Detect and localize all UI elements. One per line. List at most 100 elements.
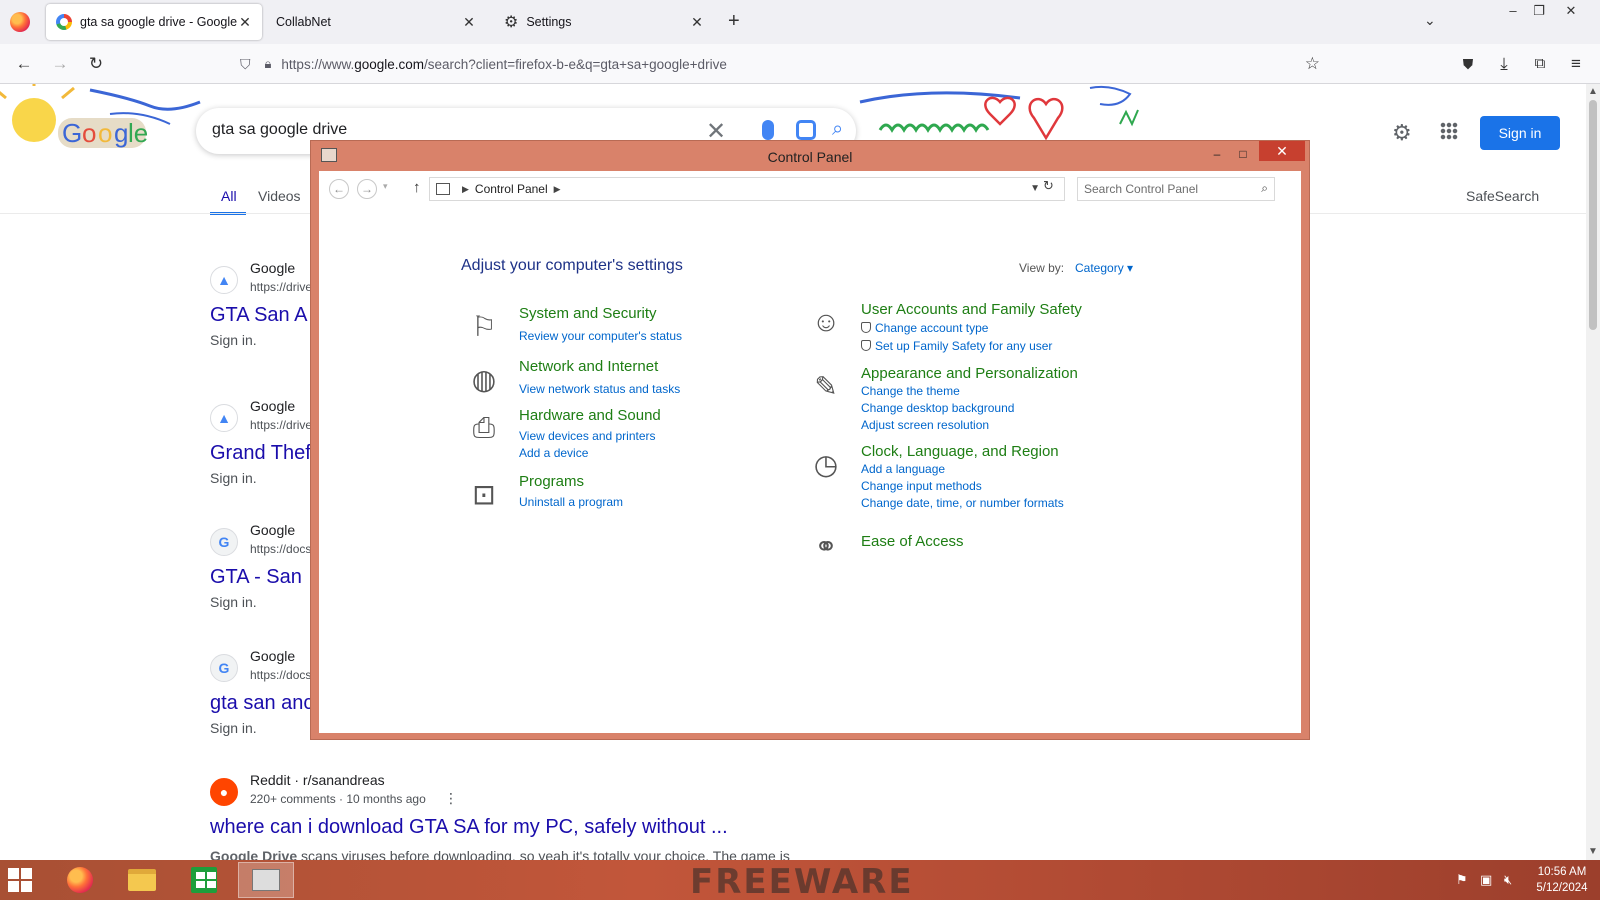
- back-arrow-icon[interactable]: ←: [329, 179, 349, 199]
- tab-videos[interactable]: Videos: [258, 188, 301, 204]
- up-arrow-icon[interactable]: ↑: [413, 179, 421, 196]
- downloads-icon[interactable]: ⤓: [1492, 52, 1516, 76]
- result-url[interactable]: https://drive: [250, 418, 312, 432]
- google-lens-icon[interactable]: [796, 120, 816, 140]
- scroll-up-arrow-icon[interactable]: ▲: [1588, 86, 1598, 97]
- hamburger-menu-icon[interactable]: ≡: [1564, 52, 1588, 76]
- google-apps-grid-icon[interactable]: [1440, 122, 1458, 140]
- task-link[interactable]: Review your computer's status: [519, 329, 682, 343]
- category-title-link[interactable]: Programs: [519, 473, 584, 490]
- result-url[interactable]: https://drive: [250, 280, 312, 294]
- url-text[interactable]: https://www.google.com/search?client=fir…: [281, 57, 1332, 72]
- search-control-panel-input[interactable]: Search Control Panel ⌕: [1077, 177, 1275, 201]
- scroll-thumb[interactable]: [1589, 100, 1597, 330]
- task-link[interactable]: Change account type: [861, 321, 988, 335]
- result-title-link[interactable]: GTA - San: [210, 566, 302, 589]
- clock-globe-icon[interactable]: ◷: [805, 443, 847, 485]
- task-link[interactable]: Add a language: [861, 462, 945, 476]
- window-close-button[interactable]: ✕: [1556, 0, 1586, 22]
- address-dropdown-icon[interactable]: ▼: [1030, 183, 1040, 194]
- url-bar[interactable]: ⛉ 🔒︎ https://www.google.com/search?clien…: [232, 49, 1332, 79]
- search-icon[interactable]: ⌕: [832, 118, 843, 141]
- window-restore-button[interactable]: ❐: [1524, 0, 1554, 22]
- windows-start-button[interactable]: [8, 868, 32, 892]
- reload-icon[interactable]: ↻: [84, 52, 108, 76]
- taskbar-store[interactable]: [176, 862, 232, 898]
- category-title-link[interactable]: User Accounts and Family Safety: [861, 301, 1082, 318]
- breadcrumb-chevron-icon[interactable]: ▶: [554, 184, 561, 195]
- forward-arrow-icon[interactable]: →: [48, 52, 72, 76]
- search-query[interactable]: gta sa google drive: [212, 121, 347, 139]
- breadcrumb-chevron-icon[interactable]: ▶: [462, 184, 469, 195]
- task-link[interactable]: View devices and printers: [519, 429, 656, 443]
- close-tab-icon[interactable]: ✕: [462, 14, 476, 31]
- new-tab-button[interactable]: +: [728, 10, 740, 33]
- task-link[interactable]: Change input methods: [861, 479, 982, 493]
- task-link[interactable]: Adjust screen resolution: [861, 418, 989, 432]
- programs-icon[interactable]: ⊡: [463, 473, 505, 515]
- task-link[interactable]: Change date, time, or number formats: [861, 496, 1064, 510]
- view-by-dropdown[interactable]: Category ▾: [1075, 261, 1133, 275]
- taskbar-firefox[interactable]: [52, 862, 108, 898]
- microphone-icon[interactable]: [762, 120, 774, 140]
- user-icon[interactable]: ☺: [805, 301, 847, 343]
- scroll-down-arrow-icon[interactable]: ▼: [1588, 846, 1598, 857]
- safesearch-button[interactable]: SafeSearch: [1466, 188, 1539, 204]
- close-button[interactable]: ✕: [1259, 141, 1305, 161]
- task-link[interactable]: Add a device: [519, 446, 588, 460]
- result-url[interactable]: https://docs: [250, 668, 311, 682]
- task-link[interactable]: Uninstall a program: [519, 495, 623, 509]
- gear-icon[interactable]: ⚙: [1392, 120, 1412, 146]
- extensions-icon[interactable]: ⧉: [1528, 52, 1552, 76]
- category-title-link[interactable]: Clock, Language, and Region: [861, 443, 1059, 460]
- sign-in-button[interactable]: Sign in: [1480, 116, 1560, 150]
- search-icon[interactable]: ⌕: [1261, 181, 1268, 196]
- forward-arrow-icon[interactable]: →: [357, 179, 377, 199]
- more-options-icon[interactable]: ⋮: [444, 790, 458, 807]
- breadcrumb-control-panel[interactable]: Control Panel: [475, 182, 548, 196]
- globe-icon[interactable]: ◍: [463, 358, 505, 400]
- taskbar-file-explorer[interactable]: [114, 862, 170, 898]
- action-center-flag-icon[interactable]: ⚑: [1456, 872, 1468, 888]
- tab-google-search[interactable]: gta sa google drive - Google Se ✕: [46, 4, 262, 40]
- lock-icon[interactable]: 🔒︎: [265, 56, 272, 72]
- category-title-link[interactable]: Ease of Access: [861, 533, 964, 550]
- tab-all[interactable]: All: [221, 188, 237, 204]
- network-icon[interactable]: ▣: [1480, 872, 1492, 888]
- tab-collabnet[interactable]: CollabNet ✕: [266, 4, 486, 40]
- tracking-shield-icon[interactable]: ⛉: [240, 56, 251, 73]
- recent-locations-chevron-icon[interactable]: ▾: [383, 181, 388, 192]
- result-title-link[interactable]: where can i download GTA SA for my PC, s…: [210, 816, 728, 839]
- page-scrollbar[interactable]: ▲ ▼: [1586, 84, 1600, 860]
- minimize-button[interactable]: –: [1205, 145, 1229, 163]
- category-title-link[interactable]: Appearance and Personalization: [861, 365, 1078, 382]
- bookmark-star-icon[interactable]: ☆: [1305, 54, 1320, 74]
- ease-of-access-icon[interactable]: ⚭: [805, 525, 847, 567]
- taskbar-control-panel[interactable]: [238, 862, 294, 898]
- task-link[interactable]: Change the theme: [861, 384, 960, 398]
- list-all-tabs-chevron-icon[interactable]: ⌄: [1424, 12, 1436, 29]
- refresh-icon[interactable]: ↻: [1043, 178, 1054, 194]
- category-title-link[interactable]: Hardware and Sound: [519, 407, 661, 424]
- system-clock[interactable]: 10:56 AM 5/12/2024: [1530, 864, 1594, 896]
- address-bar[interactable]: ▶ Control Panel ▶ ▼: [429, 177, 1065, 201]
- result-title-link[interactable]: Grand Thef: [210, 442, 311, 465]
- firefox-menu-icon[interactable]: [10, 12, 30, 32]
- result-title-link[interactable]: GTA San A: [210, 304, 307, 327]
- pocket-icon[interactable]: ⛊: [1456, 52, 1480, 76]
- result-url[interactable]: https://docs: [250, 542, 311, 556]
- result-title-link[interactable]: gta san anc: [210, 692, 313, 715]
- task-link[interactable]: Set up Family Safety for any user: [861, 339, 1052, 353]
- close-tab-icon[interactable]: ✕: [238, 14, 252, 31]
- printer-icon[interactable]: ⎙: [463, 407, 505, 449]
- volume-muted-icon[interactable]: 🔇︎: [1504, 872, 1512, 888]
- maximize-button[interactable]: □: [1231, 145, 1255, 163]
- category-title-link[interactable]: Network and Internet: [519, 358, 658, 375]
- tab-settings[interactable]: ⚙ Settings ✕: [494, 4, 714, 40]
- appearance-icon[interactable]: ✎: [805, 365, 847, 407]
- category-title-link[interactable]: System and Security: [519, 305, 657, 322]
- system-security-icon[interactable]: ⚐: [463, 305, 505, 347]
- close-tab-icon[interactable]: ✕: [690, 14, 704, 31]
- task-link[interactable]: Change desktop background: [861, 401, 1014, 415]
- task-link[interactable]: View network status and tasks: [519, 382, 680, 396]
